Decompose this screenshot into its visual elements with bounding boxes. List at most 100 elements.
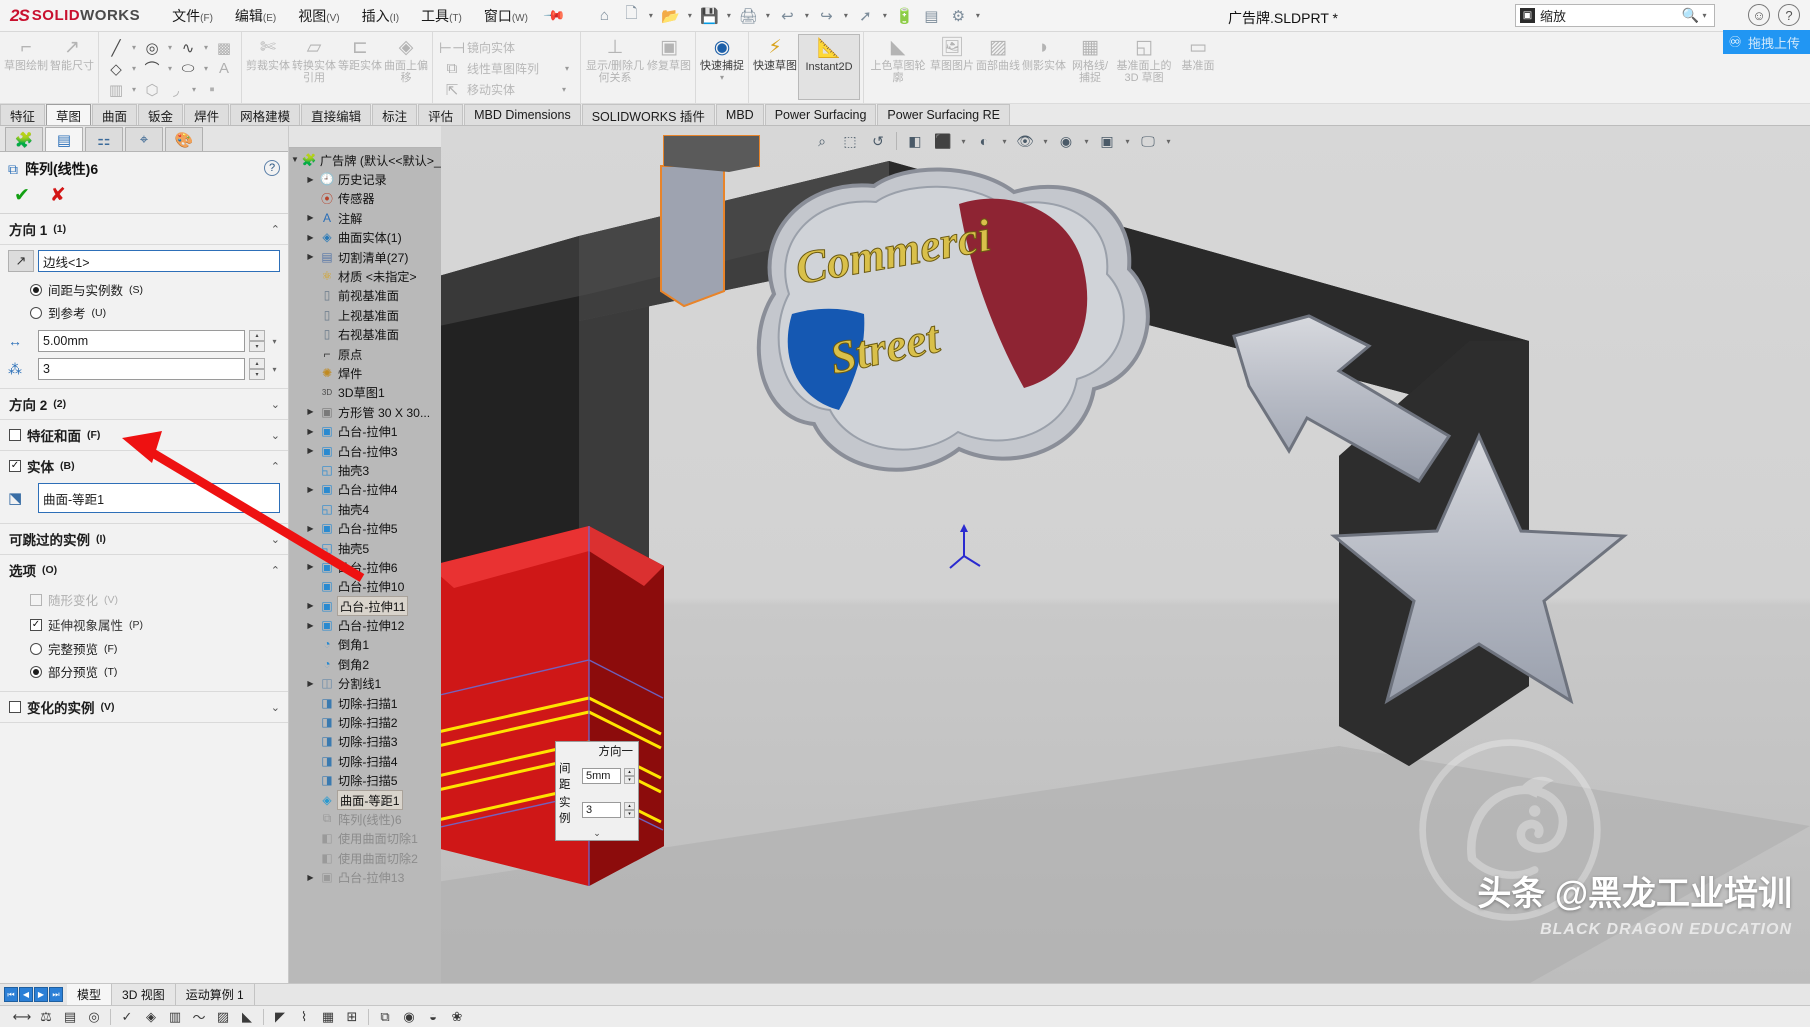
tab-sheet-metal[interactable]: 钣金	[138, 104, 183, 125]
spline-dropdown-icon[interactable]: ▾	[200, 43, 212, 52]
rectangle-icon[interactable]: ◇	[104, 59, 128, 79]
display-delete-relations-button[interactable]: ⊥显示/删除几何关系	[584, 34, 646, 100]
instant2d-button[interactable]: 📐Instant2D	[798, 34, 860, 100]
ellipse-dropdown-icon[interactable]: ▾	[200, 64, 212, 73]
tree-item[interactable]: ⧉阵列(线性)6	[289, 809, 441, 828]
fillet-dropdown-icon[interactable]: ▾	[188, 85, 200, 94]
tree-item[interactable]: ✺焊件	[289, 363, 441, 382]
simulation-icon[interactable]: ◉	[397, 1007, 421, 1027]
dim-xpert-manager-tab[interactable]: ⌖	[125, 127, 163, 151]
menu-tools[interactable]: 工具(T)	[411, 2, 472, 30]
thickness-analysis-icon[interactable]: ▦	[316, 1007, 340, 1027]
line-icon[interactable]: ╱	[104, 38, 128, 58]
spacing-stepper-up[interactable]: ▴	[249, 330, 265, 341]
offset-on-surface-button[interactable]: ◈曲面上偏移	[383, 34, 429, 100]
tree-item[interactable]: 3D3D草图1	[289, 383, 441, 402]
menu-edit[interactable]: 编辑(E)	[225, 2, 286, 30]
spacing-input[interactable]: 5.00mm	[38, 330, 245, 352]
chevron-down-icon[interactable]: ⌄	[271, 533, 280, 546]
direction1-section-header[interactable]: 方向 1(1) ⌃	[0, 214, 288, 245]
bodies-checkbox[interactable]: ✓	[9, 460, 21, 472]
options-list-icon[interactable]: ▤	[918, 4, 944, 28]
arc-icon[interactable]: ⌒	[140, 59, 164, 79]
new-doc-icon[interactable]: 🗋	[618, 4, 644, 28]
expand-toggle-icon[interactable]: ▶	[305, 601, 316, 610]
text-icon[interactable]: A	[212, 59, 236, 79]
tree-item[interactable]: ▶◫分割线1	[289, 674, 441, 693]
offset-entities-button[interactable]: ⊏等距实体	[337, 34, 383, 100]
sustainability-icon[interactable]: ❀	[445, 1007, 469, 1027]
smart-dimension-button[interactable]: ↗智能尺寸	[49, 34, 95, 100]
expand-toggle-icon[interactable]: ▶	[305, 233, 316, 242]
tree-item[interactable]: ▯右视基准面	[289, 325, 441, 344]
print-icon[interactable]: 🖨	[735, 4, 761, 28]
menu-window[interactable]: 窗口(W)	[474, 2, 538, 30]
tree-item[interactable]: ▯前视基准面	[289, 286, 441, 305]
chevron-up-icon[interactable]: ⌃	[271, 460, 280, 473]
quick-snaps-dropdown-icon[interactable]: ▾	[716, 73, 728, 82]
move-entities-row[interactable]: ⇱移动实体▾	[440, 79, 573, 100]
tree-item[interactable]: ⚛材质 <未指定>	[289, 266, 441, 285]
display-style-icon[interactable]: ◐	[971, 130, 997, 152]
expand-toggle-icon[interactable]: ▶	[305, 621, 316, 630]
cloud-upload-badge[interactable]: ♾ 拖拽上传	[1723, 30, 1810, 54]
tree-item[interactable]: ◔倒角2	[289, 654, 441, 673]
floating-count-down[interactable]: ▾	[624, 810, 635, 818]
edit-appearance-icon[interactable]: ◉	[1053, 130, 1079, 152]
nav-prev-button[interactable]: ◀	[19, 987, 33, 1002]
instance-count-input[interactable]: 3	[38, 358, 245, 380]
repair-sketch-button[interactable]: ▣修复草图	[646, 34, 692, 100]
face-curves-button[interactable]: ▨面部曲线	[975, 34, 1021, 100]
zebra-stripes-icon[interactable]: ▨	[211, 1007, 235, 1027]
tab-evaluate[interactable]: 评估	[418, 104, 463, 125]
features-faces-checkbox[interactable]	[9, 429, 21, 441]
statistics-icon[interactable]: ▥	[163, 1007, 187, 1027]
grid-snap-button[interactable]: ▦网格线/捕捉	[1067, 34, 1113, 100]
tree-item[interactable]: ◱抽壳4	[289, 499, 441, 518]
view-settings-icon[interactable]: 🖵	[1135, 130, 1161, 152]
symmetry-check-icon[interactable]: ⊞	[340, 1007, 364, 1027]
tree-item[interactable]: ◨切除-扫描3	[289, 732, 441, 751]
spacing-dropdown-icon[interactable]: ▾	[269, 337, 280, 346]
search-input[interactable]: 缩放	[1540, 6, 1682, 25]
quick-snaps-button[interactable]: ◉快速捕捉▾	[699, 34, 745, 100]
floating-count-stepper[interactable]: ▴▾	[624, 802, 635, 818]
draft-analysis-icon[interactable]: ◣	[235, 1007, 259, 1027]
linear-sketch-pattern-row[interactable]: ⧉线性草图阵列▾	[440, 58, 573, 79]
spline-icon[interactable]: ∿	[176, 38, 200, 58]
spacing-stepper-down[interactable]: ▾	[249, 341, 265, 352]
tab-solidworks-addins[interactable]: SOLIDWORKS 插件	[582, 104, 715, 125]
tree-item[interactable]: ▶▣凸台-拉伸12	[289, 615, 441, 634]
tree-item[interactable]: ▶▣凸台-拉伸5	[289, 518, 441, 537]
settings-gear-icon[interactable]: ⚙	[945, 4, 971, 28]
tree-item[interactable]: ◈曲面-等距1	[289, 790, 441, 809]
tab-features[interactable]: 特征	[0, 104, 45, 125]
nav-last-button[interactable]: ⏭	[49, 987, 63, 1002]
display-manager-tab[interactable]: 🎨	[165, 127, 203, 151]
circle-dropdown-icon[interactable]: ▾	[164, 43, 176, 52]
measure-icon[interactable]: ⟷	[10, 1007, 34, 1027]
view-orientation-dropdown-icon[interactable]: ▾	[958, 137, 969, 146]
direction-arrow-icon[interactable]: ↗	[8, 250, 34, 272]
polygon-icon[interactable]: ⬡	[140, 80, 164, 100]
bodies-section-header[interactable]: ✓ 实体(B) ⌃	[0, 451, 288, 478]
tree-item[interactable]: ◱抽壳5	[289, 538, 441, 557]
vary-sketch-checkbox[interactable]	[30, 594, 42, 606]
expand-toggle-icon[interactable]: ▶	[305, 485, 316, 494]
propagate-visual-props-checkbox[interactable]: ✓	[30, 619, 42, 631]
partial-preview-radio[interactable]: 部分预览(T)	[8, 660, 280, 683]
circle-icon[interactable]: ◎	[140, 38, 164, 58]
spacing-instances-radio[interactable]: 间距与实例数(S)	[8, 278, 280, 301]
undo-icon[interactable]: ↩	[774, 4, 800, 28]
slot-dropdown-icon[interactable]: ▾	[128, 85, 140, 94]
expand-toggle-icon[interactable]: ▶	[305, 679, 316, 688]
propagate-visual-props-row[interactable]: ✓ 延伸视象属性(P)	[8, 612, 280, 637]
count-stepper[interactable]: ▴▾	[249, 358, 265, 380]
hide-show-dropdown-icon[interactable]: ▾	[1040, 137, 1051, 146]
chevron-up-icon[interactable]: ⌃	[271, 564, 280, 577]
tree-item[interactable]: ▶▤切割清单(27)	[289, 247, 441, 266]
feature-tree-panel[interactable]: ▼🧩广告牌 (默认<<默认>_显示状...▶🕘历史记录⦿传感器▶A注解▶◈曲面实…	[289, 126, 441, 983]
full-preview-radio[interactable]: 完整预览(F)	[8, 637, 280, 660]
expand-toggle-icon[interactable]: ▶	[305, 252, 316, 261]
configuration-manager-tab[interactable]: ⚏	[85, 127, 123, 151]
